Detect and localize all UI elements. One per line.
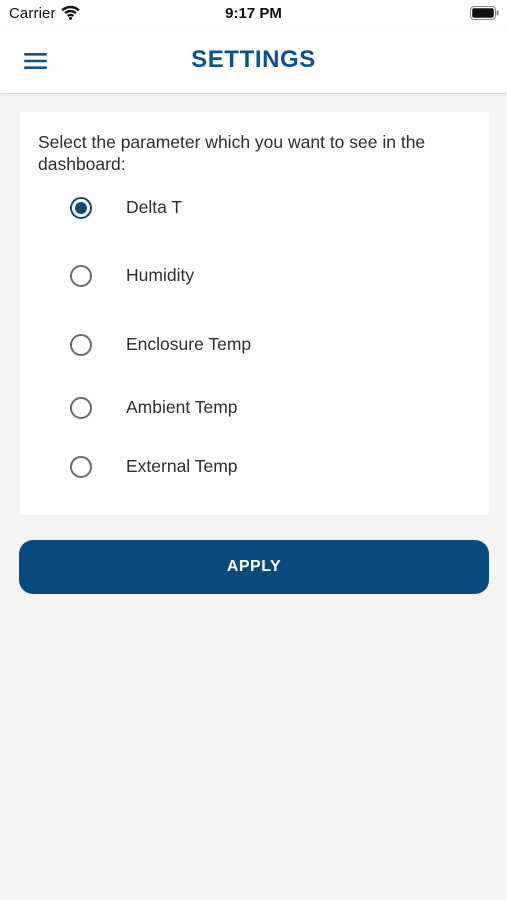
nav-bar: SETTINGS bbox=[0, 28, 507, 94]
option-label: Delta T bbox=[126, 197, 183, 217]
status-bar: Carrier 9:17 PM bbox=[0, 0, 507, 28]
apply-button[interactable]: APPLY bbox=[19, 540, 489, 594]
option-external-temp[interactable]: External Temp bbox=[68, 448, 448, 488]
option-label: External Temp bbox=[126, 456, 238, 476]
clock: 9:17 PM bbox=[225, 5, 282, 22]
option-label: Ambient Temp bbox=[126, 397, 238, 417]
option-enclosure-temp[interactable]: Enclosure Temp bbox=[68, 326, 448, 366]
page-title: SETTINGS bbox=[191, 46, 316, 73]
option-delta-t[interactable]: Delta T bbox=[68, 189, 448, 229]
radio-button[interactable] bbox=[70, 334, 92, 356]
option-label: Enclosure Temp bbox=[126, 334, 252, 354]
option-humidity[interactable]: Humidity bbox=[68, 257, 448, 297]
radio-button[interactable] bbox=[70, 397, 92, 419]
parameter-selection-card: Select the parameter which you want to s… bbox=[20, 112, 489, 515]
radio-button[interactable] bbox=[70, 456, 92, 478]
settings-screen: Carrier 9:17 PM SETTINGS Select the para… bbox=[0, 0, 507, 900]
battery-icon bbox=[470, 6, 499, 20]
option-label: Humidity bbox=[126, 265, 195, 285]
radio-button[interactable] bbox=[70, 265, 92, 287]
selection-prompt: Select the parameter which you want to s… bbox=[38, 132, 426, 174]
option-ambient-temp[interactable]: Ambient Temp bbox=[68, 389, 448, 429]
radio-button-checked[interactable] bbox=[70, 197, 92, 219]
